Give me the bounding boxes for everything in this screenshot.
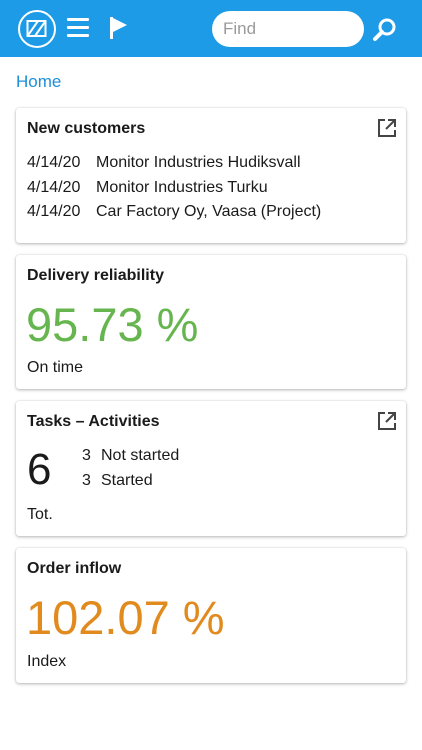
tasks-total-caption: Tot. <box>27 506 53 523</box>
delivery-reliability-card[interactable]: Delivery reliability 95.73 % On time <box>16 255 406 389</box>
top-bar <box>0 0 422 57</box>
app-logo[interactable] <box>18 10 56 48</box>
tasks-total-count: 6 <box>27 445 52 494</box>
order-inflow-caption: Index <box>27 653 67 670</box>
search-input[interactable] <box>212 11 364 47</box>
list-item[interactable]: 4/14/20 Monitor Industries Hudiksvall <box>27 151 321 176</box>
order-inflow-title: Order inflow <box>27 560 122 577</box>
search-icon[interactable] <box>372 17 398 43</box>
task-status-label: Not started <box>101 447 180 464</box>
list-item: 3 Not started <box>82 444 179 469</box>
new-customers-card: New customers 4/14/20 Monitor Industries … <box>16 108 406 243</box>
task-status-list: 3 Not started 3 Started <box>82 444 179 493</box>
flag-icon[interactable] <box>108 16 130 40</box>
list-item[interactable]: 4/14/20 Car Factory Oy, Vaasa (Project) <box>27 200 321 225</box>
list-item: 3 Started <box>82 469 179 494</box>
task-count: 3 <box>82 447 91 464</box>
logo-mark-icon <box>26 20 47 37</box>
customer-name: Monitor Industries Turku <box>96 178 268 196</box>
breadcrumb-home[interactable]: Home <box>16 72 61 92</box>
customer-date: 4/14/20 <box>27 203 81 220</box>
open-external-icon[interactable] <box>376 410 398 432</box>
tasks-activities-card: Tasks – Activities 6 3 Not started 3 Start… <box>16 401 406 536</box>
customer-list: 4/14/20 Monitor Industries Hudiksvall 4/1… <box>27 151 321 225</box>
tasks-activities-title: Tasks – Activities <box>27 413 160 430</box>
delivery-reliability-caption: On time <box>27 359 84 376</box>
customer-name: Monitor Industries Hudiksvall <box>96 154 301 171</box>
open-external-icon[interactable] <box>376 117 398 139</box>
customer-name: Car Factory Oy, Vaasa (Project) <box>96 203 322 220</box>
task-count: 3 <box>82 471 91 489</box>
task-status-label: Started <box>101 471 153 489</box>
order-inflow-card[interactable]: Order inflow 102.07 % Index <box>16 548 406 683</box>
delivery-reliability-value: 95.73 % <box>26 298 199 351</box>
new-customers-title: New customers <box>27 120 146 137</box>
customer-date: 4/14/20 <box>27 178 81 196</box>
order-inflow-value: 102.07 % <box>26 591 225 644</box>
customer-date: 4/14/20 <box>27 154 81 171</box>
list-item[interactable]: 4/14/20 Monitor Industries Turku <box>27 176 321 201</box>
hamburger-menu-icon[interactable] <box>67 18 89 38</box>
delivery-reliability-title: Delivery reliability <box>27 267 164 284</box>
